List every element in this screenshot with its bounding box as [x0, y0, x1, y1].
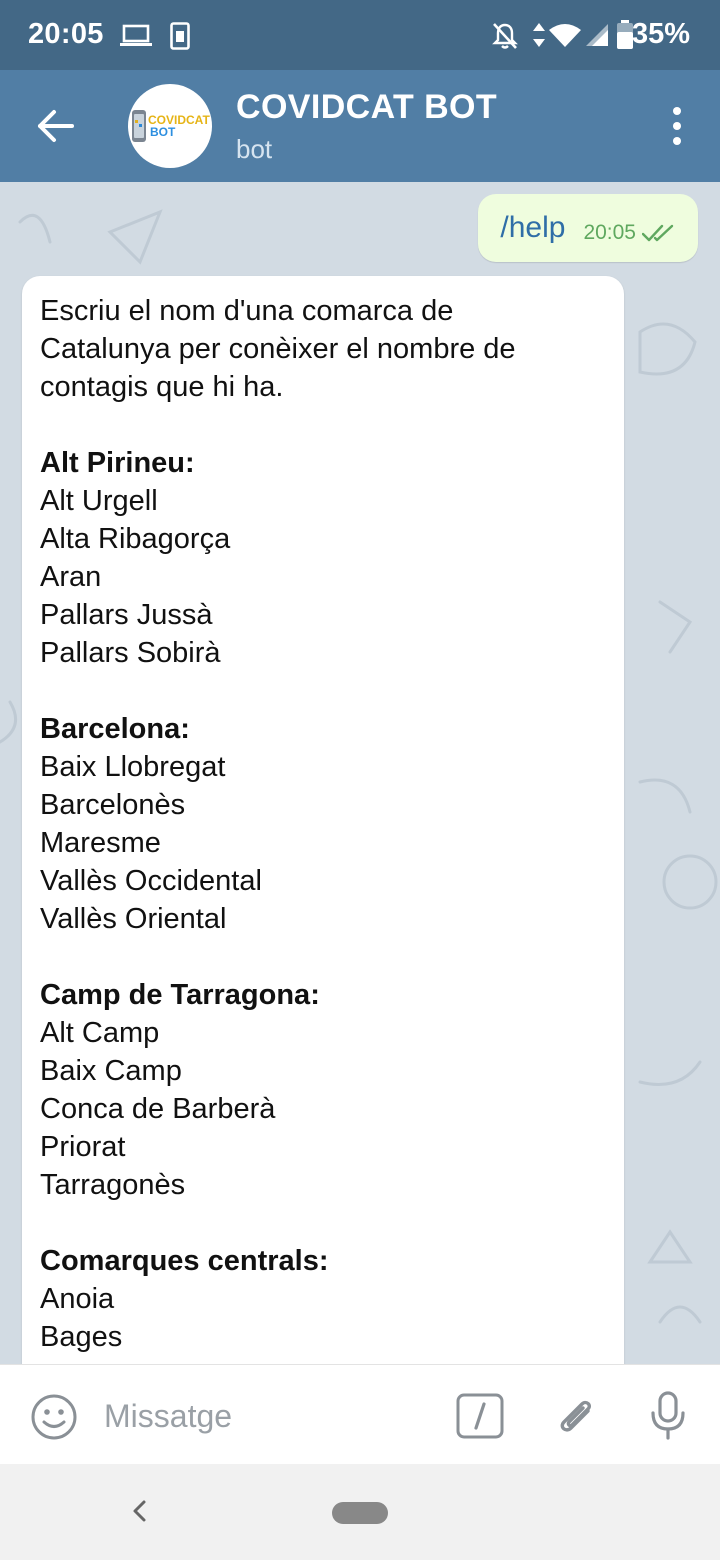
system-nav-bar	[0, 1464, 720, 1560]
sim-icon	[170, 22, 190, 50]
comarca-item: Vallès Occidental	[40, 865, 262, 897]
bot-command-icon[interactable]	[456, 1393, 504, 1439]
region-heading-alt-pirineu: Alt Pirineu:	[40, 447, 195, 479]
region-heading-comarques-centrals: Comarques centrals:	[40, 1245, 329, 1277]
message-input-bar	[0, 1364, 720, 1464]
signal-icon	[586, 24, 608, 46]
chat-title[interactable]: COVIDCAT BOT	[236, 88, 497, 127]
message-text-line: Escriu el nom d'una comarca de	[40, 295, 454, 327]
comarca-item: Conca de Barberà	[40, 1093, 276, 1125]
message-input[interactable]	[104, 1393, 424, 1439]
comarca-item: Baix Llobregat	[40, 751, 226, 783]
message-text-line: Catalunya per conèixer el nombre de	[40, 333, 516, 365]
comarca-item: Aran	[40, 561, 102, 593]
comarca-item: Alta Ribagorça	[40, 523, 231, 555]
comarca-item: Alt Camp	[40, 1017, 160, 1049]
wifi-icon	[549, 24, 581, 47]
outgoing-message-text[interactable]: /help	[500, 211, 565, 245]
data-arrows-icon	[533, 23, 545, 47]
comarca-item: Vallès Oriental	[40, 903, 227, 935]
attach-icon[interactable]	[554, 1391, 598, 1441]
back-arrow-icon[interactable]	[30, 100, 82, 152]
comarca-item: Baix Camp	[40, 1055, 182, 1087]
comarca-item: Maresme	[40, 827, 161, 859]
emoji-icon[interactable]	[30, 1393, 78, 1441]
laptop-icon	[120, 24, 152, 46]
comarca-item: Pallars Jussà	[40, 599, 213, 631]
comarca-item: Barcelonès	[40, 789, 186, 821]
notifications-off-icon	[492, 23, 518, 49]
chat-subtitle: bot	[236, 134, 273, 164]
double-check-icon	[642, 224, 674, 242]
bot-logo-icon: COVIDCAT BOT	[132, 110, 210, 142]
comarca-item: Priorat	[40, 1131, 126, 1163]
nav-back-icon[interactable]	[126, 1496, 152, 1526]
battery-percent: 35%	[631, 18, 690, 50]
outgoing-message[interactable]: /help 20:05	[478, 194, 698, 262]
chat-area[interactable]: /help 20:05 Escriu el nom d'una comarca …	[0, 182, 720, 1364]
comarca-item: Tarragonès	[40, 1169, 186, 1201]
avatar[interactable]: COVIDCAT BOT	[128, 84, 212, 168]
microphone-icon[interactable]	[648, 1391, 688, 1441]
status-bar: 20:05 35%	[0, 0, 720, 70]
region-heading-barcelona: Barcelona:	[40, 713, 190, 745]
comarca-item: Bages	[40, 1321, 123, 1353]
home-pill[interactable]	[332, 1502, 388, 1524]
message-time: 20:05	[583, 221, 636, 244]
incoming-message[interactable]: Escriu el nom d'una comarca de Catalunya…	[22, 276, 624, 1364]
region-heading-camp-de-tarragona: Camp de Tarragona:	[40, 979, 320, 1011]
more-vert-icon[interactable]	[670, 106, 684, 146]
avatar-text-bottom: BOT	[150, 125, 176, 139]
comarca-item: Anoia	[40, 1283, 115, 1315]
status-time: 20:05	[28, 18, 104, 50]
comarca-item: Alt Urgell	[40, 485, 158, 517]
message-text-line: contagis que hi ha.	[40, 371, 284, 403]
chat-header: COVIDCAT BOT COVIDCAT BOT bot	[0, 70, 720, 182]
comarca-item: Pallars Sobirà	[40, 637, 221, 669]
